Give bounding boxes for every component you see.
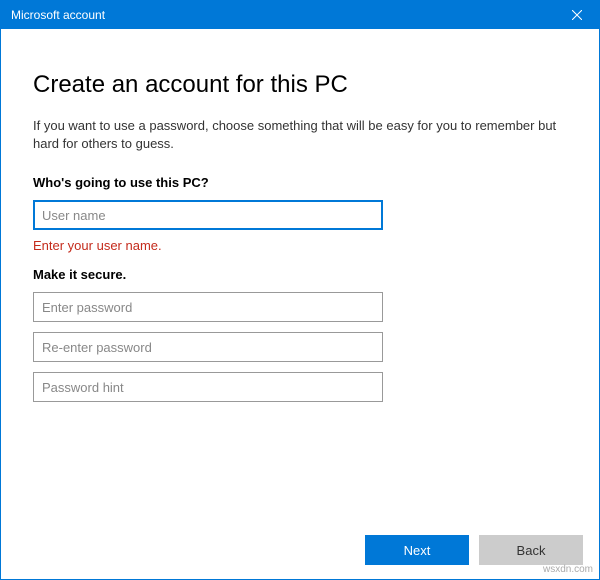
next-button[interactable]: Next xyxy=(365,535,469,565)
password-input[interactable] xyxy=(33,292,383,322)
close-icon xyxy=(572,10,582,20)
window-title: Microsoft account xyxy=(11,8,555,22)
password-hint-input[interactable] xyxy=(33,372,383,402)
close-button[interactable] xyxy=(555,1,599,29)
back-button[interactable]: Back xyxy=(479,535,583,565)
page-heading: Create an account for this PC xyxy=(33,71,567,99)
reenter-password-input[interactable] xyxy=(33,332,383,362)
page-subtext: If you want to use a password, choose so… xyxy=(33,117,567,153)
titlebar: Microsoft account xyxy=(1,1,599,29)
content-area: Create an account for this PC If you wan… xyxy=(1,29,599,402)
dialog-window: Microsoft account Create an account for … xyxy=(0,0,600,580)
username-section-label: Who's going to use this PC? xyxy=(33,175,567,190)
username-input[interactable] xyxy=(33,200,383,230)
footer-buttons: Next Back xyxy=(365,535,583,565)
watermark-text: wsxdn.com xyxy=(543,564,593,575)
password-section-label: Make it secure. xyxy=(33,267,567,282)
username-error: Enter your user name. xyxy=(33,238,567,253)
